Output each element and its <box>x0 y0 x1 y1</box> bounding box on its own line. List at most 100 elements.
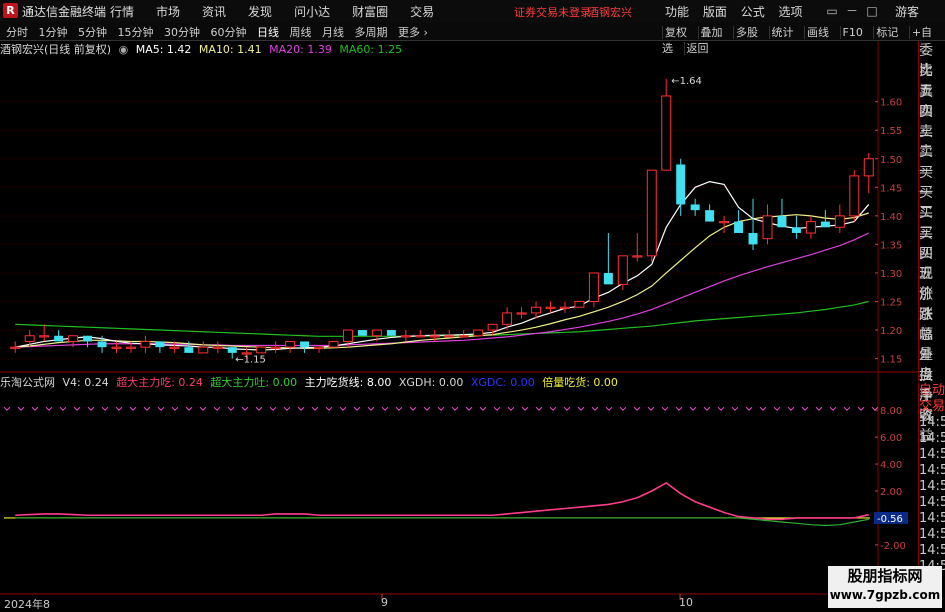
candle-body-up <box>805 221 816 234</box>
chevron-marker <box>241 406 249 411</box>
sidebar-buy2[interactable]: 买二 <box>919 183 945 221</box>
chevron-marker <box>661 406 669 411</box>
sidebar-sell4[interactable]: 卖四 <box>919 82 945 120</box>
chevron-marker <box>59 406 67 411</box>
sidebar-pct[interactable]: 涨幅 <box>919 305 945 343</box>
candle-body-up <box>574 300 585 308</box>
chevron-marker <box>703 406 711 411</box>
chevron-marker <box>17 406 25 411</box>
chevron-marker <box>745 406 753 411</box>
chevron-marker <box>129 406 137 411</box>
sidebar-volume[interactable]: 总量 <box>919 325 945 363</box>
candle-body-up <box>198 346 209 354</box>
candle-body-up <box>502 312 513 325</box>
watermark: 股朋指标网 www.7gpzb.com <box>828 566 942 608</box>
chevron-marker <box>157 406 165 411</box>
chevron-marker <box>479 406 487 411</box>
chevron-marker <box>423 406 431 411</box>
sidebar-sell3[interactable]: 卖三 <box>919 102 945 140</box>
price-tick-label: 1.50 <box>880 155 902 166</box>
candle-body-down <box>777 215 787 228</box>
sidebar-buy1[interactable]: 买一 <box>919 163 945 201</box>
candle-body-up <box>545 306 556 309</box>
candle-body-up <box>415 335 426 338</box>
candle-body-up <box>10 346 21 349</box>
chevron-marker <box>521 406 529 411</box>
chevron-marker <box>255 406 263 411</box>
chevron-marker <box>3 406 11 411</box>
chevron-marker <box>227 406 235 411</box>
sidebar-sell1[interactable]: 卖一 <box>919 142 945 180</box>
indicator-tick-label: -2.00 <box>880 541 906 552</box>
price-tick-label: 1.60 <box>880 98 902 109</box>
tick-time: 14:5 <box>919 527 945 542</box>
price-tick-label: 1.20 <box>880 326 902 337</box>
candle-body-up <box>314 346 325 349</box>
chevron-marker <box>829 406 837 411</box>
candle-body-down <box>54 335 64 342</box>
sidebar-trade[interactable]: 交易 <box>919 399 945 415</box>
candle-body-up <box>24 335 35 342</box>
chevron-marker <box>563 406 571 411</box>
candle-body-down <box>155 341 165 348</box>
indicator-tick-label: 6.00 <box>880 433 902 444</box>
chevron-marker <box>857 406 865 411</box>
chevron-marker <box>549 406 557 411</box>
chevron-marker <box>717 406 725 411</box>
candle-body-down <box>603 272 613 285</box>
candle-body-down <box>791 227 801 233</box>
chevron-marker <box>759 406 767 411</box>
sidebar-buy4[interactable]: 买四 <box>919 224 945 262</box>
candle-body-down <box>357 330 367 336</box>
sidebar-buy5[interactable]: 买五 <box>919 244 945 282</box>
sidebar-committee[interactable]: 委比 <box>919 41 945 79</box>
chevron-marker <box>213 406 221 411</box>
price-tick-label: 1.35 <box>880 240 902 251</box>
candle-body-up <box>212 346 223 349</box>
chevron-marker <box>353 406 361 411</box>
candle-body-up <box>849 175 860 217</box>
chevron-marker <box>45 406 53 411</box>
chevron-marker <box>381 406 389 411</box>
chevron-marker <box>311 406 319 411</box>
candle-body-up <box>516 312 527 315</box>
tick-time: 14:5 <box>919 543 945 558</box>
sidebar-auto[interactable]: 自动 <box>919 383 945 399</box>
chevron-marker <box>535 406 543 411</box>
chevron-marker <box>437 406 445 411</box>
chevron-marker <box>465 406 473 411</box>
watermark-url: www.7gpzb.com <box>829 588 941 602</box>
candle-body-up <box>719 221 730 224</box>
chevron-marker <box>731 406 739 411</box>
indicator-tick-label: 4.00 <box>880 460 902 471</box>
ma60-line <box>15 300 869 337</box>
sidebar-price[interactable]: 现价 <box>919 264 945 302</box>
candle-body-up <box>68 335 79 342</box>
chevron-marker <box>283 406 291 411</box>
candle-body-down <box>184 347 194 353</box>
current-value-text: -0.56 <box>877 514 903 525</box>
price-tick-label: 1.30 <box>880 269 902 280</box>
watermark-title: 股朋指标网 <box>847 567 923 585</box>
sidebar-sell5[interactable]: 卖五 <box>919 61 945 99</box>
candle-body-up <box>39 335 50 338</box>
candle-body-down <box>820 221 830 228</box>
candle-body-down <box>690 204 700 211</box>
sidebar-outer[interactable]: 外盘 <box>919 345 945 383</box>
candle-body-up <box>487 323 498 331</box>
sidebar-change[interactable]: 涨跌 <box>919 285 945 323</box>
indicator-green-line <box>15 517 869 527</box>
price-tick-label: 1.40 <box>880 212 902 223</box>
sidebar-buy3[interactable]: 买三 <box>919 203 945 241</box>
candle-body-up <box>458 335 469 338</box>
candle-body-down <box>676 164 686 205</box>
chevron-marker <box>787 406 795 411</box>
candle-body-up <box>444 335 455 338</box>
date-sep: 9 <box>381 596 388 609</box>
chevron-marker <box>325 406 333 411</box>
chevron-marker <box>73 406 81 411</box>
indicator-tick-label: 8.00 <box>880 406 902 417</box>
chevron-marker <box>185 406 193 411</box>
chart-canvas[interactable]: 1.60 1.55 1.50 1.45 1.40 1.35 1.30 1.25 1.20 1.15… <box>0 0 918 609</box>
sidebar-sell2[interactable]: 卖二 <box>919 122 945 160</box>
